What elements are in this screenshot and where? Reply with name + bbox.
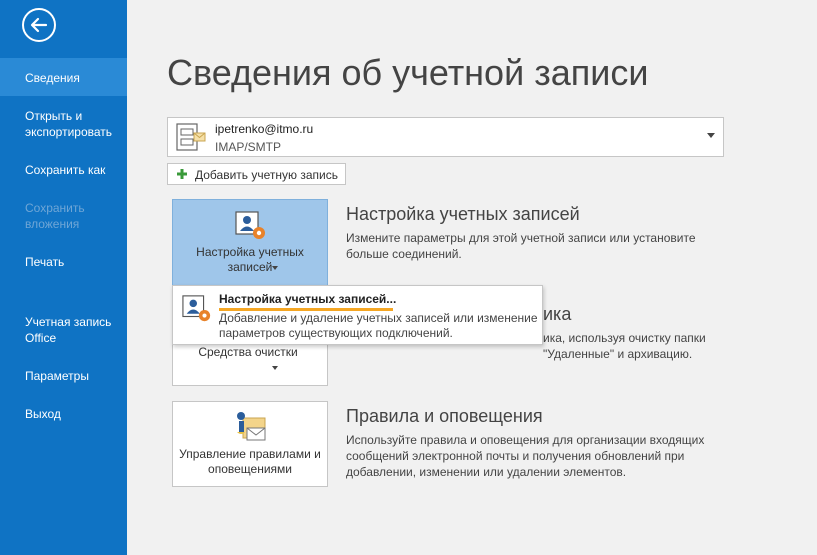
- account-settings-icon: [182, 295, 211, 322]
- sidebar-item-save-as[interactable]: Сохранить как: [0, 162, 127, 178]
- chevron-down-icon: [272, 366, 278, 370]
- rules-desc: Используйте правила и оповещения для орг…: [346, 433, 705, 479]
- add-account-label: Добавить учетную запись: [195, 168, 338, 182]
- menu-item-account-settings[interactable]: Настройка учетных записей...: [219, 292, 396, 306]
- rules-title: Правила и оповещения: [346, 406, 543, 426]
- plus-icon: [177, 169, 187, 179]
- sidebar-item-open-export[interactable]: Открыть и экспортировать: [0, 108, 127, 140]
- page-title: Сведения об учетной записи: [167, 52, 649, 93]
- add-account-button[interactable]: Добавить учетную запись: [167, 163, 346, 185]
- account-settings-tile-label: Настройка учетных записей: [196, 245, 304, 274]
- sidebar-item-save-attachments: Сохранить вложения: [25, 201, 85, 231]
- manage-rules-tile[interactable]: Управление правилами и оповещениями: [172, 401, 328, 487]
- account-settings-desc: Измените параметры для этой учетной запи…: [346, 231, 696, 261]
- account-settings-icon: [235, 211, 265, 239]
- menu-item-desc: Добавление и удаление учетных записей ил…: [219, 311, 538, 340]
- sidebar-item-print[interactable]: Печать: [0, 254, 127, 270]
- sidebar-item-options[interactable]: Параметры: [0, 368, 127, 384]
- email-account-icon: [176, 123, 206, 151]
- account-settings-tile[interactable]: Настройка учетных записей: [172, 199, 328, 286]
- chevron-down-icon[interactable]: [707, 133, 715, 139]
- account-selector[interactable]: ipetrenko@itmo.ru IMAP/SMTP: [167, 117, 724, 157]
- cleanup-desc: ика, используя очистку папки "Удаленные"…: [543, 331, 706, 361]
- manage-rules-tile-label: Управление правилами и оповещениями: [179, 447, 321, 476]
- account-type: IMAP/SMTP: [215, 140, 282, 154]
- sidebar-item-info[interactable]: Сведения: [0, 58, 127, 96]
- back-button[interactable]: [22, 8, 56, 42]
- rules-alerts-icon: [237, 412, 266, 441]
- account-settings-title: Настройка учетных записей: [346, 204, 580, 224]
- cleanup-title: ика: [543, 304, 572, 324]
- chevron-down-icon: [272, 266, 278, 270]
- back-arrow-icon: [30, 17, 48, 33]
- sidebar-item-exit[interactable]: Выход: [0, 406, 127, 422]
- account-settings-menu: Настройка учетных записей... Добавление …: [172, 285, 543, 345]
- sidebar-item-office-account[interactable]: Учетная запись Office: [0, 314, 127, 346]
- cleanup-tools-tile-label: Средства очистки: [198, 345, 298, 359]
- backstage-sidebar: Сведения Открыть и экспортировать Сохран…: [0, 0, 127, 555]
- account-email: ipetrenko@itmo.ru: [215, 122, 314, 136]
